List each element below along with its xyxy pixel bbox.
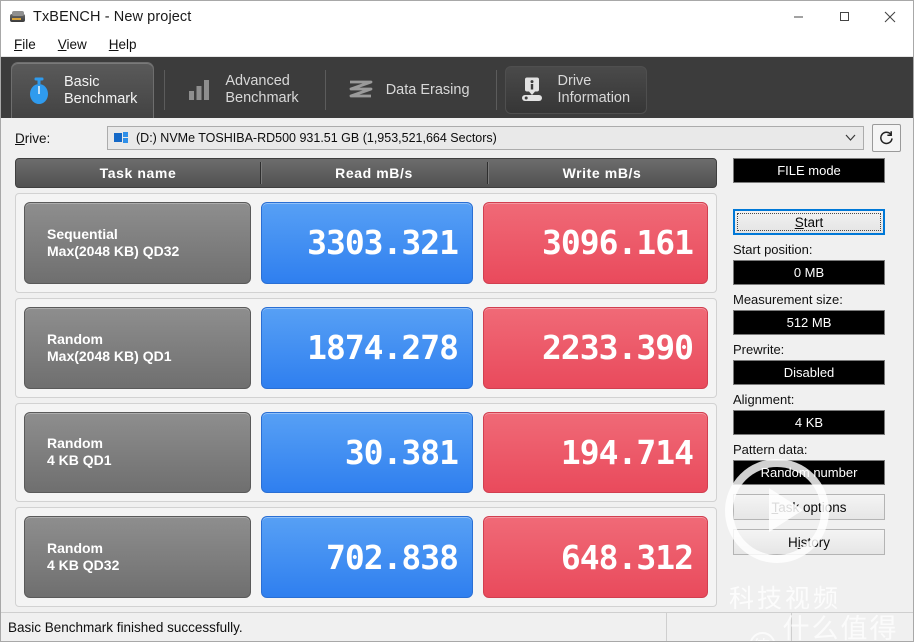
benchmark-panel: Task name Read mB/s Write mB/s Sequentia… xyxy=(15,158,717,612)
focus-ring xyxy=(737,213,881,231)
stopwatch-icon xyxy=(24,76,54,106)
menu-item-help[interactable]: Help xyxy=(107,35,147,54)
title-bar: TxBENCH - New project xyxy=(1,1,913,32)
status-bar: Basic Benchmark finished successfully. xyxy=(1,612,913,641)
write-speed-value: 648.312 xyxy=(483,516,708,598)
task-name-cell: Random 4 KB QD1 xyxy=(24,411,251,494)
benchmark-and-sidebar: Task name Read mB/s Write mB/s Sequentia… xyxy=(1,158,913,612)
measurement-size-value[interactable]: 512 MB xyxy=(733,310,885,335)
history-label: History xyxy=(787,534,830,550)
drive-select-value: (D:) NVMe TOSHIBA-RD500 931.51 GB (1,953… xyxy=(136,131,497,145)
benchmark-rows: Sequential Max(2048 KB) QD32 3303.321 30… xyxy=(15,188,717,612)
refresh-button[interactable] xyxy=(872,124,901,152)
tab-label-basic-benchmark: Basic Benchmark xyxy=(64,73,138,107)
menu-label-view-rest: iew xyxy=(66,36,87,52)
bar-chart-icon xyxy=(185,75,215,105)
task-name-cell: Random Max(2048 KB) QD1 xyxy=(24,306,251,389)
table-row[interactable]: Random 4 KB QD1 30.381 194.714 xyxy=(15,402,717,503)
menu-label-help-rest: elp xyxy=(118,36,137,52)
alignment-value[interactable]: 4 KB xyxy=(733,410,885,435)
task-name-primary: Random xyxy=(47,330,103,347)
tab-label-advanced-benchmark: Advanced Benchmark xyxy=(225,73,299,106)
task-name-primary: Sequential xyxy=(47,225,118,242)
drive-info-icon xyxy=(518,75,548,105)
tab-advanced-benchmark[interactable]: Advanced Benchmark xyxy=(173,62,314,118)
task-name-primary: Random xyxy=(47,435,103,452)
task-name-primary: Random xyxy=(47,540,103,557)
tab-divider xyxy=(164,70,166,110)
tab-label-data-erasing: Data Erasing xyxy=(385,81,470,98)
column-header-read: Read mB/s xyxy=(335,165,413,181)
table-row[interactable]: Sequential Max(2048 KB) QD32 3303.321 30… xyxy=(15,193,717,293)
close-button[interactable] xyxy=(867,1,913,32)
status-divider xyxy=(791,613,792,641)
menu-label-file-rest: ile xyxy=(22,36,36,52)
start-button[interactable]: Start xyxy=(733,209,885,235)
write-speed-value: 3096.161 xyxy=(483,202,708,284)
read-speed-value: 1874.278 xyxy=(261,306,474,389)
read-speed-value: 3303.321 xyxy=(261,202,474,284)
window-controls xyxy=(775,1,913,32)
write-speed-value: 2233.390 xyxy=(483,306,708,389)
start-position-label: Start position: xyxy=(733,242,813,257)
drive-label: Drive: xyxy=(15,130,51,146)
window-title: TxBENCH - New project xyxy=(33,8,192,25)
file-mode-button[interactable]: FILE mode xyxy=(733,158,885,183)
task-name-cell: Random 4 KB QD32 xyxy=(24,516,251,598)
txbench-window: TxBENCH - New project File View Help Bas… xyxy=(0,0,914,642)
maximize-button[interactable] xyxy=(821,1,867,32)
prewrite-label: Prewrite: xyxy=(733,342,785,357)
history-button[interactable]: History xyxy=(733,529,885,555)
table-row[interactable]: Random 4 KB QD32 702.838 648.312 xyxy=(15,507,717,607)
read-speed-value: 30.381 xyxy=(261,411,474,494)
tab-basic-benchmark[interactable]: Basic Benchmark xyxy=(11,62,155,118)
menu-item-view[interactable]: View xyxy=(56,35,97,54)
alignment-label: Alignment: xyxy=(733,392,795,407)
tab-strip: Basic Benchmark Advanced Benchmark Data … xyxy=(1,57,913,118)
prewrite-value[interactable]: Disabled xyxy=(733,360,885,385)
benchmark-table-header: Task name Read mB/s Write mB/s xyxy=(15,158,717,188)
measurement-size-label: Measurement size: xyxy=(733,292,843,307)
write-speed-value: 194.714 xyxy=(483,411,708,494)
task-name-secondary: 4 KB QD32 xyxy=(47,557,120,574)
drive-icon xyxy=(114,131,130,145)
tab-data-erasing[interactable]: Data Erasing xyxy=(334,62,486,118)
pattern-data-label: Pattern data: xyxy=(733,442,808,457)
erase-zigzag-icon xyxy=(346,75,376,105)
start-position-value[interactable]: 0 MB xyxy=(733,260,885,285)
task-options-button[interactable]: Task options xyxy=(733,494,885,520)
task-name-secondary: 4 KB QD1 xyxy=(47,452,112,469)
tab-label-drive-information: Drive Information xyxy=(557,73,631,106)
pattern-data-value[interactable]: Random number xyxy=(733,460,885,485)
status-message: Basic Benchmark finished successfully. xyxy=(8,619,243,635)
tab-divider xyxy=(495,70,497,110)
chevron-down-icon[interactable] xyxy=(841,133,859,144)
column-header-write: Write mB/s xyxy=(562,165,642,181)
tab-divider xyxy=(324,70,326,110)
task-name-cell: Sequential Max(2048 KB) QD32 xyxy=(24,202,251,284)
tab-drive-information[interactable]: Drive Information xyxy=(504,66,648,114)
drive-select[interactable]: (D:) NVMe TOSHIBA-RD500 931.51 GB (1,953… xyxy=(107,126,864,150)
menu-item-file[interactable]: File xyxy=(12,35,46,54)
table-row[interactable]: Random Max(2048 KB) QD1 1874.278 2233.39… xyxy=(15,297,717,398)
drive-selector-row: Drive: (D:) NVMe TOSHIBA-RD500 931.51 GB… xyxy=(1,118,913,158)
column-header-task-name: Task name xyxy=(99,165,177,181)
minimize-button[interactable] xyxy=(775,1,821,32)
options-sidebar: FILE mode Start Start position: 0 MB Mea… xyxy=(717,158,897,612)
read-speed-value: 702.838 xyxy=(261,516,474,598)
task-options-label: Task options xyxy=(771,499,847,515)
menu-bar: File View Help xyxy=(1,32,913,57)
status-divider xyxy=(666,613,667,641)
disk-icon xyxy=(10,9,26,25)
main-content: Drive: (D:) NVMe TOSHIBA-RD500 931.51 GB… xyxy=(1,118,913,612)
task-name-secondary: Max(2048 KB) QD32 xyxy=(47,242,180,259)
task-name-secondary: Max(2048 KB) QD1 xyxy=(47,347,172,364)
